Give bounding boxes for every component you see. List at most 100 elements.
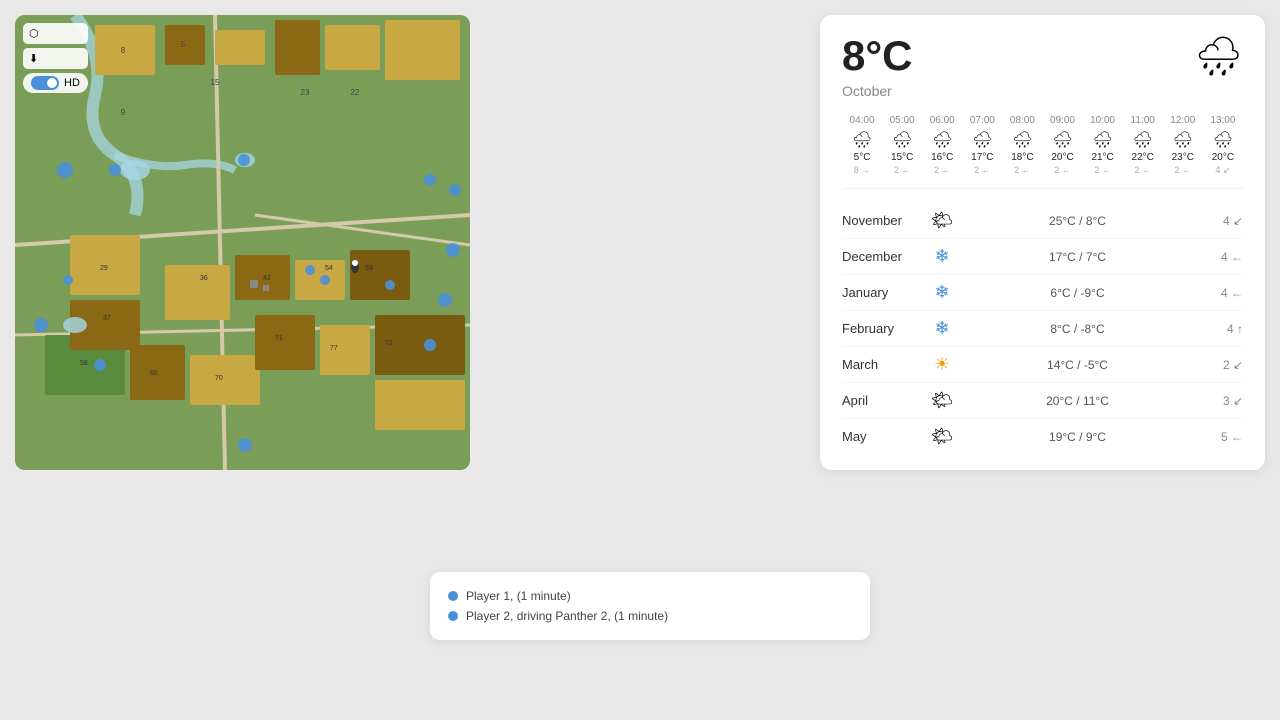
toggle-switch[interactable]: [31, 76, 59, 90]
hour-icon: 🌧: [962, 130, 1002, 150]
hour-temp: 20°C: [1203, 152, 1243, 163]
player-row: Player 2, driving Panther 2, (1 minute): [448, 606, 852, 626]
hour-time: 12:00: [1163, 115, 1203, 126]
hour-icon: 🌧: [882, 130, 922, 150]
svg-text:54: 54: [325, 265, 333, 272]
monthly-row: March ☀ 14°C / -5°C 2 ↙: [842, 347, 1243, 383]
hour-temp: 23°C: [1163, 152, 1203, 163]
monthly-forecast: November 🌤 25°C / 8°C 4 ↙ December ❄ 17°…: [842, 203, 1243, 454]
svg-text:22: 22: [351, 88, 360, 97]
hour-column: 12:00 🌧 23°C 2 ←: [1163, 115, 1203, 176]
monthly-row: May 🌤 19°C / 9°C 5 ←: [842, 419, 1243, 454]
month-icon: 🌤: [922, 390, 962, 411]
month-name: May: [842, 429, 922, 444]
month-name: February: [842, 321, 922, 336]
month-wind: 2 ↙: [1193, 358, 1243, 372]
svg-text:36: 36: [200, 275, 208, 282]
hour-temp: 17°C: [962, 152, 1002, 163]
hour-column: 11:00 🌧 22°C 2 ←: [1123, 115, 1163, 176]
current-temperature: 8°C: [842, 35, 913, 77]
hour-wind: 8 →: [842, 165, 882, 175]
hour-time: 07:00: [962, 115, 1002, 126]
hour-column: 05:00 🌧 15°C 2 ←: [882, 115, 922, 176]
monthly-row: December ❄ 17°C / 7°C 4 ←: [842, 239, 1243, 275]
hour-column: 10:00 🌧 21°C 2 ←: [1083, 115, 1123, 176]
download-button[interactable]: ⬇: [23, 48, 88, 69]
svg-text:9: 9: [121, 108, 126, 117]
month-temps: 17°C / 7°C: [962, 250, 1193, 264]
current-weather-info: 8°C October: [842, 35, 913, 99]
download-icon: ⬇: [29, 52, 38, 65]
hour-temp: 16°C: [922, 152, 962, 163]
weather-icon: 🌧: [1195, 35, 1243, 79]
hour-wind: 2 ←: [1123, 165, 1163, 175]
hour-icon: 🌧: [1123, 130, 1163, 150]
month-temps: 25°C / 8°C: [962, 214, 1193, 228]
player-row: Player 1, (1 minute): [448, 586, 852, 606]
month-wind: 5 ←: [1193, 430, 1243, 444]
hour-column: 08:00 🌧 18°C 2 ←: [1002, 115, 1042, 176]
hour-time: 11:00: [1123, 115, 1163, 126]
layers-button[interactable]: ⬡: [23, 23, 88, 44]
hour-time: 09:00: [1042, 115, 1082, 126]
svg-text:63: 63: [365, 265, 373, 272]
hour-time: 08:00: [1002, 115, 1042, 126]
month-icon: ❄: [922, 318, 962, 339]
month-temps: 6°C / -9°C: [962, 286, 1193, 300]
svg-text:70: 70: [215, 375, 223, 382]
hour-wind: 2 ←: [922, 165, 962, 175]
month-icon: 🌤: [922, 426, 962, 447]
player-dot: [448, 611, 458, 621]
hour-wind: 2 ←: [962, 165, 1002, 175]
map-panel: 8 5 9 23 22 15 29 37 36 42 54 63 71 77 5…: [15, 15, 470, 470]
monthly-row: February ❄ 8°C / -8°C 4 ↑: [842, 311, 1243, 347]
hour-icon: 🌧: [1042, 130, 1082, 150]
svg-text:77: 77: [330, 345, 338, 352]
hd-toggle[interactable]: HD: [23, 73, 88, 93]
month-name: November: [842, 213, 922, 228]
hour-icon: 🌧: [842, 130, 882, 150]
monthly-row: November 🌤 25°C / 8°C 4 ↙: [842, 203, 1243, 239]
monthly-row: January ❄ 6°C / -9°C 4 ←: [842, 275, 1243, 311]
player-text: Player 1, (1 minute): [466, 589, 571, 603]
hour-wind: 2 ←: [1163, 165, 1203, 175]
hour-column: 13:00 🌧 20°C 4 ↙: [1203, 115, 1243, 176]
month-wind: 4 ↙: [1193, 214, 1243, 228]
weather-panel: 8°C October 🌧 04:00 🌧 5°C 8 → 05:00 🌧 15…: [820, 15, 1265, 470]
svg-text:8: 8: [121, 46, 126, 55]
month-wind: 4 ↑: [1193, 322, 1243, 336]
month-temps: 8°C / -8°C: [962, 322, 1193, 336]
hour-time: 04:00: [842, 115, 882, 126]
player-text: Player 2, driving Panther 2, (1 minute): [466, 609, 668, 623]
hour-icon: 🌧: [922, 130, 962, 150]
svg-text:71: 71: [275, 335, 283, 342]
hour-temp: 5°C: [842, 152, 882, 163]
hour-icon: 🌧: [1083, 130, 1123, 150]
current-month: October: [842, 83, 913, 99]
hour-temp: 21°C: [1083, 152, 1123, 163]
hd-label: HD: [64, 77, 80, 89]
players-panel: Player 1, (1 minute) Player 2, driving P…: [430, 572, 870, 640]
hour-time: 05:00: [882, 115, 922, 126]
svg-text:58: 58: [80, 360, 88, 367]
month-wind: 4 ←: [1193, 250, 1243, 264]
hour-column: 04:00 🌧 5°C 8 →: [842, 115, 882, 176]
month-icon: ☀: [922, 354, 962, 375]
hour-time: 13:00: [1203, 115, 1243, 126]
weather-header: 8°C October 🌧: [842, 35, 1243, 99]
month-name: December: [842, 249, 922, 264]
hour-wind: 2 ←: [1042, 165, 1082, 175]
hour-temp: 15°C: [882, 152, 922, 163]
hour-temp: 20°C: [1042, 152, 1082, 163]
svg-text:5: 5: [181, 40, 186, 49]
svg-text:29: 29: [100, 265, 108, 272]
svg-text:68: 68: [150, 370, 158, 377]
hour-time: 06:00: [922, 115, 962, 126]
hour-wind: 2 ←: [882, 165, 922, 175]
hour-wind: 2 ←: [1002, 165, 1042, 175]
svg-text:42: 42: [263, 275, 271, 282]
hour-column: 09:00 🌧 20°C 2 ←: [1042, 115, 1082, 176]
svg-text:23: 23: [301, 88, 310, 97]
month-temps: 20°C / 11°C: [962, 394, 1193, 408]
hour-wind: 2 ←: [1083, 165, 1123, 175]
